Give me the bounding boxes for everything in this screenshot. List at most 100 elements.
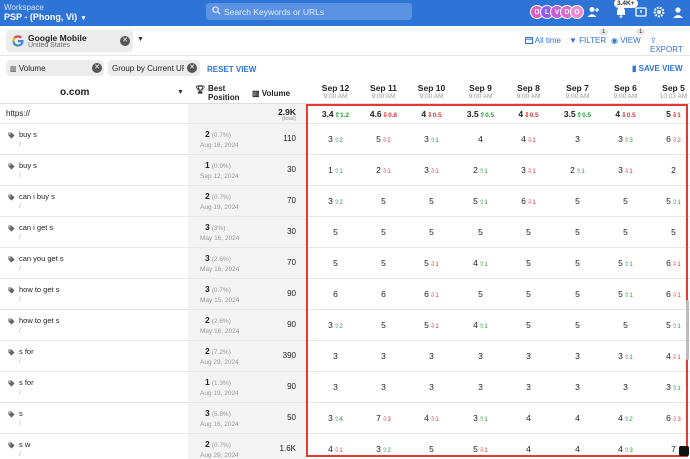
rank-cell[interactable]: 5 bbox=[601, 227, 650, 237]
rank-cell[interactable]: 3 bbox=[407, 351, 456, 361]
rank-cell[interactable]: 3.4⇧1.2 bbox=[311, 109, 360, 119]
rank-cell[interactable]: 3 bbox=[601, 382, 650, 392]
rank-cell[interactable]: 5⇧1 bbox=[456, 196, 505, 206]
keyword-text[interactable]: buy s bbox=[19, 161, 37, 170]
date-column-header[interactable]: Sep 6 9:00 AM bbox=[601, 83, 650, 100]
search-engine-chip[interactable]: Google Mobile United States ✕ bbox=[6, 30, 133, 52]
rank-cell[interactable]: 5 bbox=[553, 258, 602, 268]
rank-cell[interactable]: 3⇧4 bbox=[311, 413, 360, 423]
rank-cell[interactable]: 3.5⇧0.5 bbox=[553, 109, 602, 119]
keyword-text[interactable]: s bbox=[19, 409, 23, 418]
table-row[interactable]: buy s/2 (0.7%) Aug 16, 2024 110 3⇧2 5⇩2 3⇧1 4 4⇩… bbox=[0, 124, 690, 155]
rank-cell[interactable]: 3 bbox=[553, 134, 602, 144]
engine-dropdown-icon[interactable]: ▼ bbox=[137, 36, 144, 43]
rank-cell[interactable]: 5⇧1 bbox=[649, 320, 690, 330]
rank-cell[interactable]: 3 bbox=[407, 382, 456, 392]
keyword-text[interactable]: can i buy s bbox=[19, 192, 55, 201]
keyword-text[interactable]: can you get s bbox=[19, 254, 64, 263]
rank-cell[interactable]: 3⇧3 bbox=[601, 134, 650, 144]
keyword-url[interactable]: / bbox=[19, 265, 21, 272]
table-row[interactable]: buy s/1 (0.9%) Sep 12, 2024 30 1⇧1 2⇩1 3⇩1 2⇧1 3… bbox=[0, 155, 690, 186]
rank-cell[interactable]: 3 bbox=[456, 382, 505, 392]
rank-cell[interactable]: 3 bbox=[504, 351, 553, 361]
sort-caret-icon[interactable]: ▼ bbox=[177, 89, 184, 96]
rank-cell[interactable]: 5 bbox=[407, 227, 456, 237]
rank-cell[interactable]: 5 bbox=[601, 320, 650, 330]
rank-cell[interactable]: 5 bbox=[311, 227, 360, 237]
remove-engine-icon[interactable]: ✕ bbox=[120, 36, 130, 46]
rank-cell[interactable]: 5⇩2 bbox=[359, 134, 408, 144]
keyword-text[interactable]: how to get s bbox=[19, 316, 59, 325]
workspace-selector[interactable]: PSP - (Phong, Vi) ▾ bbox=[4, 12, 85, 22]
settings-icon[interactable] bbox=[652, 5, 666, 19]
table-row[interactable]: how to get s/3 (0.7%) May 15, 2024 90 6 6 6⇩1 5… bbox=[0, 279, 690, 310]
keyword-text[interactable]: how to get s bbox=[19, 285, 59, 294]
rank-cell[interactable]: 3⇩1 bbox=[407, 165, 456, 175]
table-row[interactable]: how to get s/2 (2.6%) May 16, 2024 90 3⇧2 5 5⇩… bbox=[0, 310, 690, 341]
volume-header[interactable]: ▥ Volume bbox=[252, 89, 290, 98]
keyword-url[interactable]: / bbox=[19, 327, 21, 334]
rank-cell[interactable]: 3 bbox=[311, 382, 360, 392]
all-time-button[interactable]: All time bbox=[525, 36, 561, 45]
announcement-icon[interactable] bbox=[634, 5, 648, 19]
keyword-url[interactable]: / bbox=[19, 451, 21, 458]
rank-cell[interactable]: 4⇧3 bbox=[601, 444, 650, 454]
table-row[interactable]: s for/2 (7.2%) Aug 29, 2024 390 3 3 3 3 3 3 3⇧1 4⇩1 bbox=[0, 341, 690, 372]
rank-cell[interactable]: 5 bbox=[359, 227, 408, 237]
rank-cell[interactable]: 5 bbox=[359, 258, 408, 268]
rank-cell[interactable]: 3 bbox=[359, 351, 408, 361]
rank-cell[interactable]: 3 bbox=[553, 351, 602, 361]
vertical-scrollbar[interactable] bbox=[686, 300, 689, 360]
summary-url[interactable]: https:// bbox=[6, 109, 30, 118]
reset-view-button[interactable]: RESET VIEW bbox=[207, 65, 256, 74]
date-column-header[interactable]: Sep 11 9:00 AM bbox=[359, 83, 408, 100]
rank-cell[interactable]: 3⇧2 bbox=[311, 196, 360, 206]
rank-cell[interactable]: 5 bbox=[407, 196, 456, 206]
rank-cell[interactable]: 3 bbox=[359, 382, 408, 392]
rank-cell[interactable]: 5 bbox=[553, 227, 602, 237]
rank-cell[interactable]: 4 bbox=[456, 134, 505, 144]
keyword-url[interactable]: / bbox=[19, 141, 21, 148]
rank-cell[interactable]: 5⇧1 bbox=[601, 289, 650, 299]
keyword-url[interactable]: / bbox=[19, 389, 21, 396]
rank-cell[interactable]: 6⇩3 bbox=[649, 413, 690, 423]
rank-cell[interactable]: 5 bbox=[359, 320, 408, 330]
rank-cell[interactable]: 5 bbox=[504, 289, 553, 299]
rank-cell[interactable]: 6⇩1 bbox=[407, 289, 456, 299]
date-column-header[interactable]: Sep 9 9:00 AM bbox=[456, 83, 505, 100]
rank-cell[interactable]: 5⇩1 bbox=[407, 320, 456, 330]
keyword-url[interactable]: / bbox=[19, 358, 21, 365]
keyword-url[interactable]: / bbox=[19, 203, 21, 210]
rank-cell[interactable]: 7⇩3 bbox=[359, 413, 408, 423]
volume-chip[interactable]: ▥ Volume ✕ bbox=[6, 60, 104, 76]
search-input[interactable]: Search Keywords or URLs bbox=[206, 3, 412, 20]
rank-cell[interactable]: 4.6⇩0.6 bbox=[359, 109, 408, 119]
remove-volume-icon[interactable]: ✕ bbox=[92, 63, 102, 73]
rank-cell[interactable]: 3.5⇧0.5 bbox=[456, 109, 505, 119]
rank-cell[interactable]: 3⇩1 bbox=[601, 165, 650, 175]
save-view-button[interactable]: ▮ SAVE VIEW bbox=[632, 64, 683, 73]
rank-cell[interactable]: 2 bbox=[649, 165, 690, 175]
rank-cell[interactable]: 5 bbox=[504, 227, 553, 237]
keyword-text[interactable]: buy s bbox=[19, 130, 37, 139]
rank-cell[interactable]: 2⇧1 bbox=[553, 165, 602, 175]
date-column-header[interactable]: Sep 12 9:00 AM bbox=[311, 83, 360, 100]
rank-cell[interactable]: 2⇩1 bbox=[359, 165, 408, 175]
date-column-header[interactable]: Sep 10 9:00 AM bbox=[407, 83, 456, 100]
group-by-chip[interactable]: Group by Current URL ✕ bbox=[108, 60, 200, 76]
rank-cell[interactable]: 5 bbox=[601, 196, 650, 206]
rank-cell[interactable]: 4⇩0.5 bbox=[601, 109, 650, 119]
rank-cell[interactable]: 3 bbox=[456, 351, 505, 361]
rank-cell[interactable]: 4⇩0.5 bbox=[504, 109, 553, 119]
rank-cell[interactable]: 6⇩2 bbox=[649, 134, 690, 144]
notifications-icon[interactable] bbox=[614, 5, 628, 19]
rank-cell[interactable]: 5 bbox=[456, 289, 505, 299]
rank-cell[interactable]: 3 bbox=[504, 382, 553, 392]
date-column-header[interactable]: Sep 7 9:00 AM bbox=[553, 83, 602, 100]
keyword-text[interactable]: s w bbox=[19, 440, 30, 449]
rank-cell[interactable]: 6⇩1 bbox=[649, 258, 690, 268]
rank-cell[interactable]: 3 bbox=[553, 382, 602, 392]
date-column-header[interactable]: Sep 5 10:03 AM bbox=[649, 83, 690, 100]
best-position-header[interactable]: 🏆︎ Best Position bbox=[195, 84, 240, 102]
rank-cell[interactable]: 5 bbox=[359, 196, 408, 206]
